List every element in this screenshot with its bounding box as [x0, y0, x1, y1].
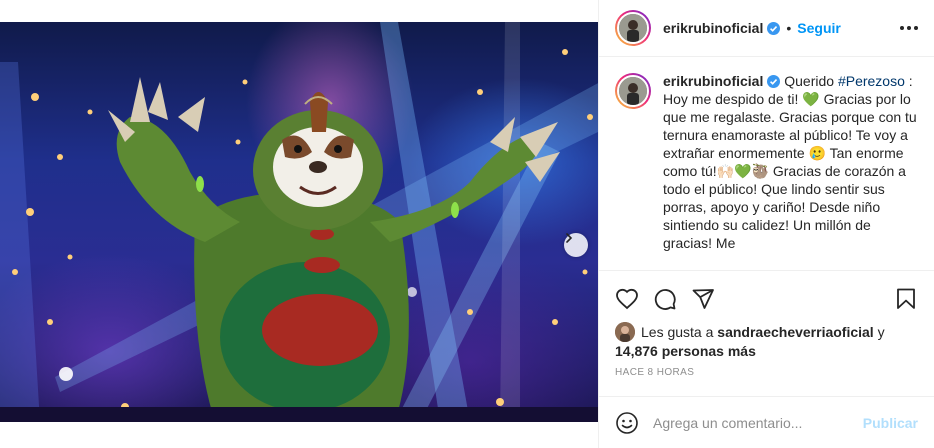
- avatar[interactable]: [615, 10, 651, 46]
- post-comment-button[interactable]: Publicar: [863, 415, 918, 431]
- sloth-costume-image: [0, 22, 598, 422]
- caption-username[interactable]: erikrubinoficial: [663, 73, 763, 89]
- verified-badge-icon: [767, 75, 781, 88]
- more-dot-icon: [900, 26, 904, 30]
- profile-photo-icon: [619, 77, 647, 105]
- more-dot-icon: [914, 26, 918, 30]
- more-dot-icon: [907, 26, 911, 30]
- emoji-icon: [616, 411, 638, 434]
- likes-first-user[interactable]: sandraecheverriaoficial: [717, 324, 873, 340]
- post-photo[interactable]: [0, 22, 598, 422]
- caption-hashtag[interactable]: #Perezoso: [838, 73, 905, 89]
- profile-photo-icon: [615, 322, 635, 342]
- more-options-button[interactable]: [894, 20, 918, 36]
- post-header: erikrubinoficial • Seguir: [599, 0, 934, 57]
- follow-button[interactable]: Seguir: [797, 20, 841, 36]
- comment-icon: [654, 289, 676, 310]
- comment-input[interactable]: [653, 414, 853, 431]
- likes-others[interactable]: 14,876 personas más: [615, 343, 756, 359]
- share-button[interactable]: [691, 287, 715, 311]
- caption-avatar[interactable]: [615, 73, 651, 109]
- caption-text: erikrubinoficial Querido #Perezoso : Hoy…: [663, 72, 918, 262]
- profile-photo-icon: [619, 14, 647, 42]
- verified-badge-icon: [767, 21, 781, 35]
- caption-intro: Querido: [784, 73, 835, 89]
- comment-button[interactable]: [653, 287, 677, 311]
- post-details-pane: erikrubinoficial • Seguir erikrubinofici…: [598, 0, 934, 448]
- comment-box: Publicar: [599, 396, 934, 448]
- emoji-button[interactable]: [615, 411, 639, 435]
- carousel-next-button[interactable]: [564, 233, 588, 257]
- header-separator: •: [786, 20, 792, 36]
- likes-prefix: Les gusta a: [641, 324, 714, 340]
- like-button[interactable]: [615, 287, 639, 311]
- caption-punct: :: [908, 73, 913, 89]
- liker-avatar[interactable]: [615, 322, 635, 342]
- header-username[interactable]: erikrubinoficial: [663, 20, 763, 36]
- likes-connector: y: [877, 324, 885, 340]
- post-timestamp[interactable]: HACE 8 HORAS: [615, 367, 694, 378]
- save-button[interactable]: [894, 287, 918, 311]
- bookmark-icon: [897, 288, 915, 309]
- chevron-right-icon: [566, 233, 573, 243]
- action-bar: [599, 270, 934, 317]
- likes-summary: Les gusta a sandraecheverriaoficial y 14…: [615, 322, 918, 360]
- heart-icon: [616, 288, 638, 310]
- share-icon: [692, 289, 714, 309]
- post-caption: erikrubinoficial Querido #Perezoso : Hoy…: [615, 72, 918, 262]
